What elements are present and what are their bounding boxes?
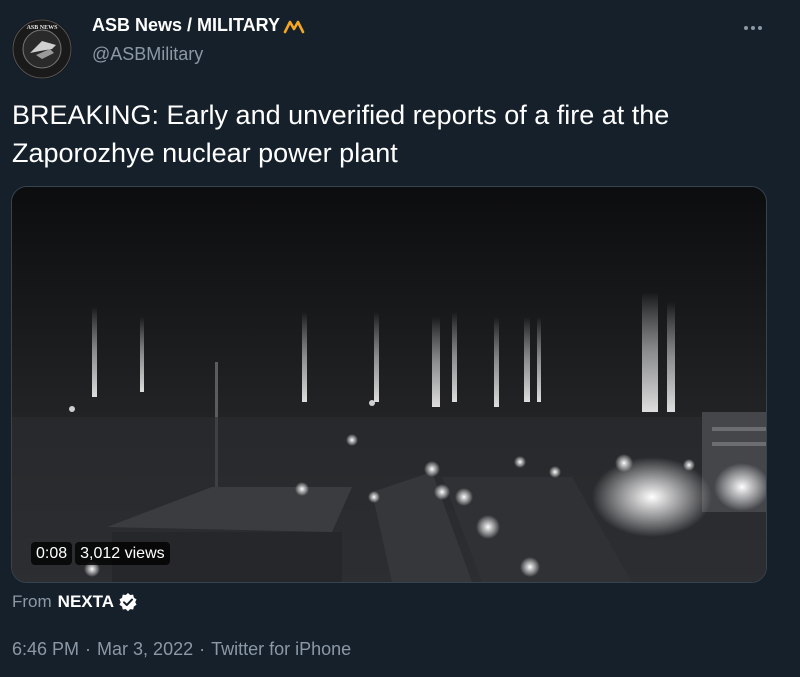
- author-handle[interactable]: @ASBMilitary: [92, 44, 203, 65]
- asb-news-logo: ASB NEWS: [12, 19, 72, 79]
- video-view-count: 3,012 views: [75, 542, 170, 565]
- svg-text:ASB NEWS: ASB NEWS: [27, 25, 59, 31]
- media-source: From NEXTA: [12, 592, 138, 612]
- tweet-text: BREAKING: Early and unverified reports o…: [12, 100, 670, 168]
- meta-separator: ·: [85, 639, 92, 659]
- meta-separator: ·: [199, 639, 206, 659]
- tweet-time[interactable]: 6:46 PM: [12, 639, 79, 660]
- more-options-button[interactable]: [735, 14, 771, 42]
- tweet: ASB NEWS ASB News / MILITARY @ASBMilitar…: [0, 0, 800, 677]
- tweet-client[interactable]: Twitter for iPhone: [211, 639, 351, 660]
- source-account-link[interactable]: NEXTA: [58, 592, 114, 612]
- verified-badge-icon: [119, 592, 137, 612]
- avatar[interactable]: ASB NEWS: [12, 19, 72, 79]
- more-dot-icon: [744, 26, 748, 30]
- tweet-meta: 6:46 PM · Mar 3, 2022 · Twitter for iPho…: [12, 639, 351, 660]
- more-dot-icon: [751, 26, 755, 30]
- military-chevron-icon: [283, 20, 305, 33]
- video-badges: 0:08 3,012 views: [31, 542, 170, 565]
- from-label: From: [12, 592, 52, 611]
- tweet-date[interactable]: Mar 3, 2022: [97, 639, 193, 660]
- video-duration: 0:08: [31, 542, 73, 565]
- author-display-name[interactable]: ASB News / MILITARY: [92, 15, 280, 36]
- video-player[interactable]: 0:08 3,012 views: [11, 186, 767, 583]
- author-name-row: ASB News / MILITARY: [92, 15, 306, 36]
- night-camera-footage: [12, 187, 766, 582]
- more-dot-icon: [758, 26, 762, 30]
